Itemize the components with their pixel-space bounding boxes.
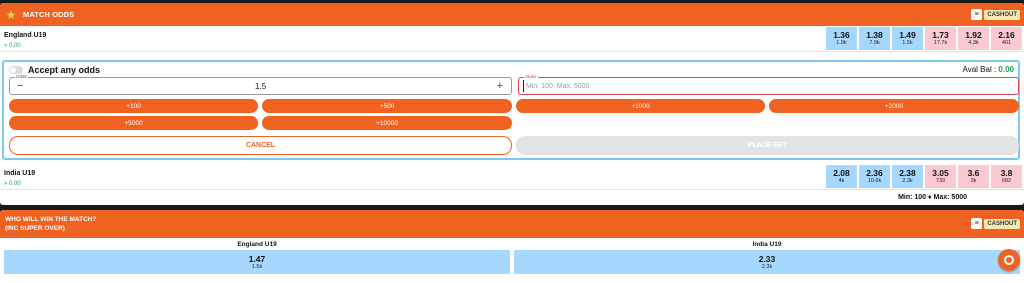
- accept-odds-toggle[interactable]: [9, 66, 23, 74]
- runner-pl: » 0.00: [4, 181, 21, 187]
- runner-name: England U19: [4, 32, 47, 39]
- back-odds-cell[interactable]: 2.08 4k: [826, 165, 857, 188]
- odds-ladder: 1.36 1.9k 1.38 7.9k 1.49 1.5k 1.73 17.7k 1.9…: [826, 27, 1022, 50]
- lay-odds-cell[interactable]: 3.8 682: [991, 165, 1022, 188]
- back-odds-cell[interactable]: 1.49 1.5k: [892, 27, 923, 50]
- odds-size: 682: [1001, 178, 1012, 184]
- market-subtitle: (INC SUPER OVER): [5, 225, 65, 232]
- odds-price: 3.8: [1000, 168, 1013, 178]
- lay-odds-cell[interactable]: 3.05 739: [925, 165, 956, 188]
- cashout-control[interactable]: ≡ CASHOUT: [971, 218, 1020, 229]
- odds-price: 1.47: [248, 253, 266, 264]
- cashout-button[interactable]: CASHOUT: [984, 218, 1020, 229]
- ladder-icon[interactable]: ≡: [971, 9, 983, 20]
- cashout-button[interactable]: CASHOUT: [984, 9, 1020, 20]
- support-icon: [1004, 255, 1014, 265]
- cashout-control[interactable]: ≡ CASHOUT: [971, 9, 1020, 20]
- winner-market: WHO WILL WIN THE MATCH? (INC SUPER OVER)…: [0, 210, 1024, 283]
- odds-size: 1.9k: [836, 40, 847, 46]
- quick-stake-button[interactable]: +100: [9, 99, 258, 113]
- odds-price: 2.38: [899, 168, 916, 178]
- ladder-icon[interactable]: ≡: [971, 218, 983, 229]
- aval-value: 0.00: [998, 65, 1014, 74]
- match-odds-market: ★ MATCH ODDS ≡ CASHOUT England U19 » 0.0…: [0, 3, 1024, 205]
- stake-field: Stake: [518, 74, 1019, 95]
- odds-price: 1.38: [866, 30, 883, 40]
- place-bet-button[interactable]: PLACE BET: [516, 136, 1019, 155]
- lay-odds-cell[interactable]: 1.92 4.3k: [958, 27, 989, 50]
- odds-size: 4k: [838, 178, 845, 184]
- quick-stake-button[interactable]: +1000: [516, 99, 765, 113]
- odds-stepper: Odds − 1.5 +: [9, 74, 512, 95]
- odds-size: 1.5k: [251, 263, 263, 270]
- odds-size: 2.3k: [902, 178, 913, 184]
- odds-price: 3.6: [967, 168, 980, 178]
- back-odds-cell[interactable]: 1.36 1.9k: [826, 27, 857, 50]
- odds-size: 1.5k: [902, 40, 913, 46]
- odds-value[interactable]: 1.5: [10, 82, 511, 91]
- lay-odds-cell[interactable]: 3.6 3k: [958, 165, 989, 188]
- runner-row-india: India U19 » 0.00 2.08 4k 2.36 10.6k 2.38 2.…: [0, 164, 1024, 190]
- stake-input[interactable]: [523, 80, 823, 92]
- odds-price: 2.16: [998, 30, 1015, 40]
- runner-row-england: England U19 » 0.00 1.36 1.9k 1.38 7.9k 1.4…: [0, 26, 1024, 52]
- odds-size: 2.3k: [761, 263, 773, 270]
- back-odds-cell[interactable]: 1.47 1.5k: [4, 250, 510, 274]
- market-title: WHO WILL WIN THE MATCH?: [5, 216, 97, 223]
- odds-price: 2.08: [833, 168, 850, 178]
- lay-odds-cell[interactable]: 1.73 17.7k: [925, 27, 956, 50]
- chat-support-button[interactable]: [998, 249, 1020, 271]
- market-title: MATCH ODDS: [23, 10, 75, 19]
- odds-size: 739: [935, 178, 946, 184]
- odds-price: 2.36: [866, 168, 883, 178]
- back-odds-cell[interactable]: 1.38 7.9k: [859, 27, 890, 50]
- odds-caption: Odds: [15, 74, 28, 79]
- back-odds-cell[interactable]: 2.38 2.3k: [892, 165, 923, 188]
- runner-name: India U19: [4, 170, 36, 177]
- odds-size: 10.6k: [867, 178, 882, 184]
- odds-size: 17.7k: [933, 40, 948, 46]
- stake-caption: Stake: [524, 74, 538, 79]
- odds-price: 1.92: [965, 30, 982, 40]
- lay-odds-cell[interactable]: 2.16 401: [991, 27, 1022, 50]
- odds-size: 4.3k: [968, 40, 979, 46]
- page: ★ MATCH ODDS ≡ CASHOUT England U19 » 0.0…: [0, 0, 1024, 283]
- odds-price: 3.05: [932, 168, 949, 178]
- market-header: WHO WILL WIN THE MATCH? (INC SUPER OVER)…: [0, 210, 1024, 238]
- odds-size: 3k: [970, 178, 977, 184]
- quick-stake-button[interactable]: +500: [262, 99, 512, 113]
- quick-stake-button[interactable]: +10000: [262, 116, 512, 130]
- runner-column-header: India U19: [752, 241, 782, 248]
- star-icon[interactable]: ★: [5, 8, 17, 22]
- cancel-button[interactable]: CANCEL: [9, 136, 512, 155]
- aval-label: Aval Bal :: [962, 65, 997, 74]
- odds-price: 1.73: [932, 30, 949, 40]
- bet-slip: Accept any odds Aval Bal : 0.00 Odds − 1…: [2, 60, 1020, 160]
- odds-price: 1.36: [833, 30, 850, 40]
- market-header: ★ MATCH ODDS ≡ CASHOUT: [0, 3, 1024, 26]
- increment-odds-button[interactable]: +: [497, 80, 503, 92]
- back-odds-cell[interactable]: 2.36 10.6k: [859, 165, 890, 188]
- odds-ladder: 2.08 4k 2.36 10.6k 2.38 2.3k 3.05 739 3.6 3k …: [826, 165, 1022, 188]
- accept-odds-label: Accept any odds: [28, 65, 101, 75]
- odds-price: 2.33: [758, 253, 776, 264]
- back-odds-cell[interactable]: 2.33 2.3k: [514, 250, 1020, 274]
- odds-size: 7.9k: [869, 40, 880, 46]
- quick-stake-button[interactable]: +2000: [769, 99, 1019, 113]
- runner-pl: » 0.00: [4, 43, 21, 49]
- odds-size: 401: [1001, 40, 1012, 46]
- quick-stake-button[interactable]: +5000: [9, 116, 258, 130]
- available-balance: Aval Bal : 0.00: [963, 65, 1014, 74]
- odds-price: 1.49: [899, 30, 916, 40]
- stake-limits: Min: 100 ♦ Max: 5000: [898, 194, 967, 201]
- runner-column-header: England U19: [237, 241, 277, 248]
